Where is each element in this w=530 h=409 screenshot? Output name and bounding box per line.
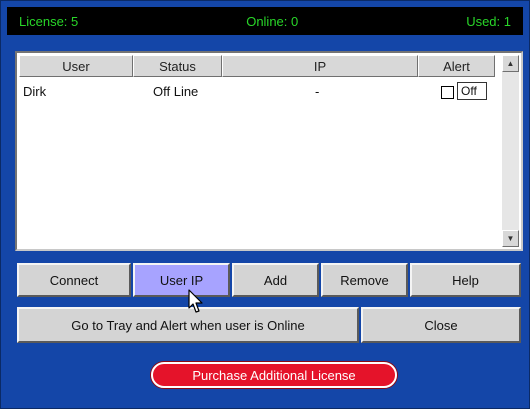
vertical-scrollbar[interactable]: ▲ ▼ [502,55,519,247]
alert-value-field[interactable]: Off [457,82,487,100]
scroll-down-arrow-icon[interactable]: ▼ [502,230,519,247]
user-cell: Dirk [23,84,47,99]
close-button[interactable]: Close [361,307,521,343]
alert-checkbox[interactable] [441,86,454,99]
online-count: Online: 0 [246,13,299,29]
scroll-up-arrow-icon[interactable]: ▲ [502,55,519,72]
mouse-cursor-icon [188,289,203,313]
add-button[interactable]: Add [232,263,319,297]
table-row[interactable]: Dirk Off Line - Off [19,81,495,103]
purchase-license-button[interactable]: Purchase Additional License [151,362,397,388]
remove-button[interactable]: Remove [321,263,408,297]
connect-button[interactable]: Connect [17,263,131,297]
column-header-user[interactable]: User [19,55,133,77]
app-window: License: 5 Online: 0 Used: 1 User Status… [0,0,530,409]
column-header-alert[interactable]: Alert [418,55,495,77]
help-button[interactable]: Help [410,263,521,297]
user-ip-button[interactable]: User IP [133,263,230,297]
table-header: User Status IP Alert [19,55,495,77]
status-cell: Off Line [153,84,199,99]
status-bar: License: 5 Online: 0 Used: 1 [7,7,523,35]
ip-cell: - [315,84,320,99]
column-header-ip[interactable]: IP [222,55,418,77]
user-table: User Status IP Alert Dirk Off Line - Off… [15,51,523,251]
used-count: Used: 1 [466,13,511,29]
column-header-status[interactable]: Status [133,55,222,77]
license-count: License: 5 [19,13,79,29]
